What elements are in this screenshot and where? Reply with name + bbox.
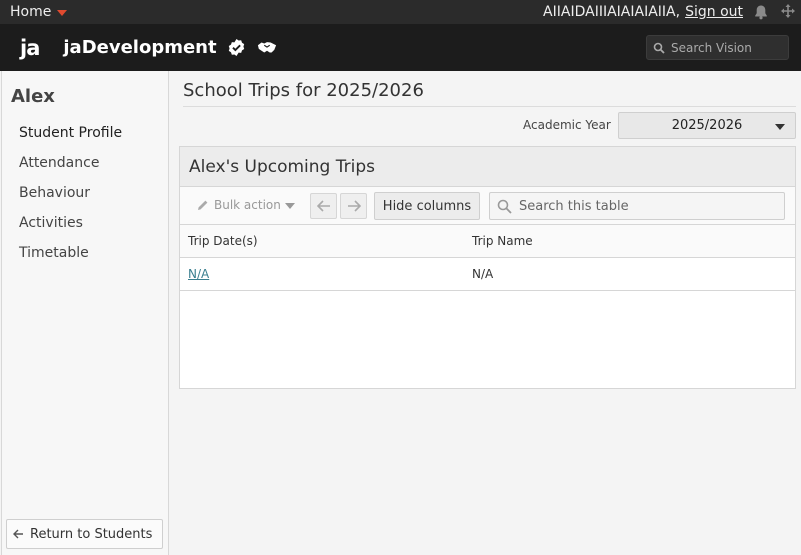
sidebar-item-attendance[interactable]: Attendance [19,154,122,184]
app-header: ja jaDevelopment [0,24,801,71]
home-label: Home [10,4,52,20]
return-to-students-button[interactable]: Return to Students [6,519,163,549]
title-divider [183,106,796,107]
hide-columns-button[interactable]: Hide columns [374,192,480,220]
panel-title: Alex's Upcoming Trips [180,147,795,187]
sidebar-item-activities[interactable]: Activities [19,214,122,244]
main-content: School Trips for 2025/2026 Academic Year… [170,71,801,555]
move-arrows-icon[interactable] [779,3,797,21]
search-icon [497,199,512,214]
verified-badge-icon [227,38,247,58]
trip-dates-link[interactable]: N/A [188,267,209,281]
home-menu[interactable]: Home [0,4,68,20]
bulk-action-label: Bulk action [214,198,281,212]
table-header-row: Trip Date(s) Trip Name [180,225,795,258]
table-search-input[interactable] [519,198,769,214]
next-page-button[interactable] [340,193,367,219]
arrow-right-icon [347,200,361,212]
sidebar: Alex Student Profile Attendance Behaviou… [1,71,169,555]
academic-year-label: Academic Year [523,118,611,132]
trip-name-cell: N/A [464,257,795,291]
trip-dates-cell: N/A [180,257,464,291]
vision-search[interactable] [646,35,789,60]
app-name: jaDevelopment [63,37,217,58]
sidebar-item-student-profile[interactable]: Student Profile [19,124,122,154]
bulk-action-button[interactable]: Bulk action [197,198,295,212]
sign-out-link[interactable]: Sign out [685,4,743,20]
home-caret-icon [57,10,68,16]
top-bar: Home AIIAIDAIIIAIAIAIAIIA, Sign out [0,0,801,24]
vision-search-input[interactable] [671,40,781,55]
sidebar-item-behaviour[interactable]: Behaviour [19,184,122,214]
dropdown-caret-icon [775,124,785,130]
bulk-caret-icon [284,203,295,209]
table-row: N/A N/A [180,257,795,291]
table-toolbar: Bulk action Hide columns [180,187,795,225]
sidebar-item-timetable[interactable]: Timetable [19,244,122,274]
search-icon [653,42,665,54]
academic-year-value: 2025/2026 [671,118,743,133]
user-name: AIIAIDAIIIAIAIAIAIIA, [543,4,681,20]
arrow-left-icon [13,529,24,539]
previous-page-button[interactable] [310,193,337,219]
upcoming-trips-panel: Alex's Upcoming Trips Bulk action Hide c… [179,146,796,389]
table-search[interactable] [489,192,785,220]
academic-year-select[interactable]: 2025/2026 [618,112,796,139]
sidebar-nav: Student Profile Attendance Behaviour Act… [19,124,122,274]
column-header-trip-dates[interactable]: Trip Date(s) [180,225,464,258]
trips-table: Trip Date(s) Trip Name N/A N/A [180,225,795,291]
page-title: School Trips for 2025/2026 [183,80,424,101]
bell-icon[interactable] [752,3,770,21]
app-logo[interactable]: ja [20,36,40,60]
pencil-icon [197,199,209,211]
return-label: Return to Students [30,526,153,542]
column-header-trip-name[interactable]: Trip Name [464,225,795,258]
handshake-icon [257,38,277,58]
arrow-left-icon [316,200,330,212]
student-name: Alex [11,86,55,107]
user-area: AIIAIDAIIIAIAIAIAIIA, Sign out [543,0,797,24]
